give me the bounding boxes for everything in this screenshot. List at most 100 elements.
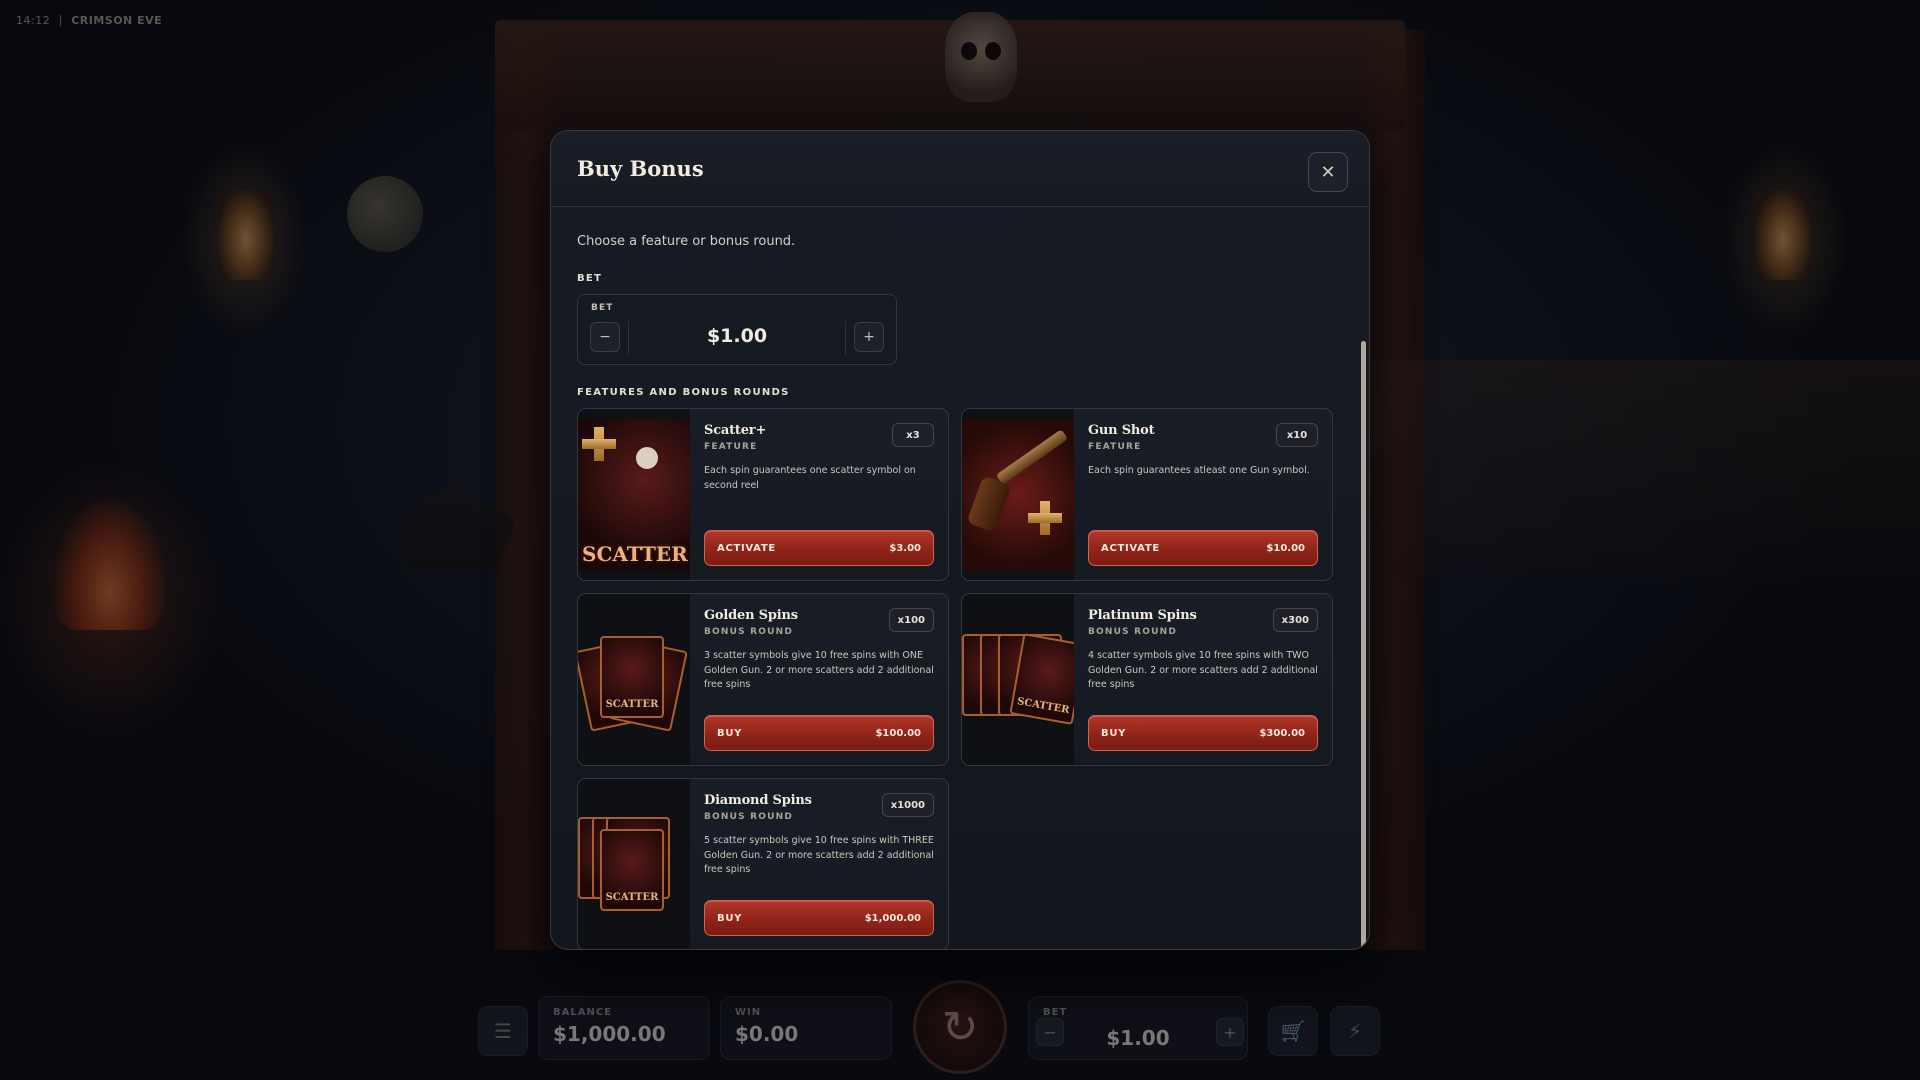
spin-button[interactable]: ↻	[913, 980, 1007, 1074]
card-description: Each spin guarantees atleast one Gun sym…	[1088, 465, 1310, 476]
scatter-art-text: SCATTER	[1016, 696, 1071, 717]
action-price: $1,000.00	[864, 912, 921, 924]
plus-symbol-icon	[1028, 501, 1062, 535]
action-price: $10.00	[1266, 542, 1305, 554]
balance-label: BALANCE	[553, 1007, 613, 1018]
buy-golden-spins-button[interactable]: BUY $100.00	[704, 715, 934, 751]
close-icon: ✕	[1320, 161, 1336, 183]
card-description: 5 scatter symbols give 10 free spins wit…	[704, 835, 934, 875]
card-type: BONUS ROUND	[704, 627, 794, 637]
multiplier-badge: x300	[1272, 608, 1318, 632]
feature-card-scatter-plus: SCATTER Scatter+ FEATURE x3 Each spin gu…	[577, 408, 949, 581]
separator	[60, 15, 62, 26]
modal-title: Buy Bonus	[577, 156, 704, 181]
action-price: $300.00	[1259, 727, 1305, 739]
status-bar: 14:12 CRIMSON EVE	[16, 14, 162, 27]
ship-silhouette	[395, 380, 515, 570]
lantern-left	[218, 190, 274, 280]
bet-section-label: BET	[577, 273, 603, 284]
divider	[845, 321, 846, 355]
golden-spins-image: SCATTER	[578, 594, 690, 765]
feature-card-grid: SCATTER Scatter+ FEATURE x3 Each spin gu…	[577, 408, 1337, 949]
gun-shot-image	[962, 409, 1074, 580]
scatter-art-text: SCATTER	[605, 699, 659, 710]
bet-decrease-button[interactable]: −	[590, 322, 620, 352]
plus-symbol-icon	[582, 427, 616, 461]
activate-scatter-plus-button[interactable]: ACTIVATE $3.00	[704, 530, 934, 566]
modal-subtitle: Choose a feature or bonus round.	[577, 234, 796, 249]
scatter-card-icon: SCATTER	[600, 829, 664, 911]
moon-image	[347, 176, 423, 252]
win-value: $0.00	[735, 1022, 799, 1046]
card-description: 4 scatter symbols give 10 free spins wit…	[1088, 650, 1318, 690]
action-label: BUY	[717, 727, 743, 739]
balance-display: BALANCE $1,000.00	[538, 996, 710, 1060]
card-type: FEATURE	[1088, 442, 1142, 452]
clock-time: 14:12	[16, 14, 51, 27]
buy-platinum-spins-button[interactable]: BUY $300.00	[1088, 715, 1318, 751]
menu-button[interactable]: ☰	[478, 1006, 528, 1056]
card-type: FEATURE	[704, 442, 758, 452]
hamburger-icon: ☰	[494, 1019, 512, 1043]
bet-field-label: BET	[591, 303, 614, 313]
skull-icon	[636, 447, 658, 469]
multiplier-badge: x1000	[881, 793, 934, 817]
action-label: ACTIVATE	[1101, 542, 1160, 554]
cart-icon: 🛒	[1280, 1019, 1306, 1043]
card-title: Scatter+	[704, 423, 767, 438]
balance-value: $1,000.00	[553, 1022, 666, 1046]
platinum-spins-image: SCATTER	[962, 594, 1074, 765]
win-display: WIN $0.00	[720, 996, 892, 1060]
lightning-icon: ⚡	[1347, 1019, 1363, 1043]
spin-icon: ↻	[941, 1001, 979, 1053]
feature-card-platinum-spins: SCATTER Platinum Spins BONUS ROUND x300 …	[961, 593, 1333, 766]
feature-card-diamond-spins: SCATTER Diamond Spins BONUS ROUND x1000 …	[577, 778, 949, 949]
card-title: Golden Spins	[704, 608, 798, 623]
card-title: Platinum Spins	[1088, 608, 1197, 623]
modal-scrollbar[interactable]	[1361, 341, 1366, 949]
scatter-art-text: SCATTER	[605, 892, 659, 903]
buy-diamond-spins-button[interactable]: BUY $1,000.00	[704, 900, 934, 936]
scatter-art-text: SCATTER	[582, 542, 688, 566]
frame-top-beam	[495, 20, 1405, 130]
action-price: $100.00	[875, 727, 921, 739]
action-price: $3.00	[889, 542, 921, 554]
diamond-spins-image: SCATTER	[578, 779, 690, 949]
turbo-button[interactable]: ⚡	[1330, 1006, 1380, 1056]
feature-card-golden-spins: SCATTER Golden Spins BONUS ROUND x100 3 …	[577, 593, 949, 766]
buy-bonus-modal: Buy Bonus ✕ Choose a feature or bonus ro…	[550, 130, 1370, 950]
feature-card-gun-shot: Gun Shot FEATURE x10 Each spin guarantee…	[961, 408, 1333, 581]
scatter-plus-image: SCATTER	[578, 409, 690, 580]
buy-bonus-button[interactable]: 🛒	[1268, 1006, 1318, 1056]
multiplier-badge: x100	[888, 608, 934, 632]
card-type: BONUS ROUND	[704, 812, 794, 822]
bet-value: $1.00	[706, 325, 768, 347]
card-title: Diamond Spins	[704, 793, 812, 808]
hud-bet-label: BET	[1043, 1007, 1068, 1018]
action-label: ACTIVATE	[717, 542, 776, 554]
lantern-right	[1755, 190, 1811, 280]
scatter-card-icon: SCATTER	[600, 636, 664, 718]
town-lights	[1360, 360, 1920, 580]
hud-bet-value: $1.00	[1106, 1026, 1170, 1050]
win-label: WIN	[735, 1007, 762, 1018]
modal-body: Choose a feature or bonus round. BET BET…	[551, 208, 1363, 949]
modal-header: Buy Bonus	[551, 131, 1369, 207]
card-title: Gun Shot	[1088, 423, 1155, 438]
action-label: BUY	[717, 912, 743, 924]
frame-post-right	[1365, 30, 1425, 950]
skull-ornament	[945, 12, 1017, 102]
bet-selector: BET − $1.00 +	[577, 294, 897, 365]
card-description: Each spin guarantees one scatter symbol …	[704, 465, 916, 491]
close-button[interactable]: ✕	[1308, 152, 1348, 192]
features-section-label: FEATURES AND BONUS ROUNDS	[577, 387, 790, 398]
fire-brazier	[55, 500, 165, 630]
activate-gun-shot-button[interactable]: ACTIVATE $10.00	[1088, 530, 1318, 566]
bet-increase-button[interactable]: +	[854, 322, 884, 352]
card-type: BONUS ROUND	[1088, 627, 1178, 637]
multiplier-badge: x10	[1276, 423, 1318, 447]
action-label: BUY	[1101, 727, 1127, 739]
card-description: 3 scatter symbols give 10 free spins wit…	[704, 650, 934, 690]
hud-bet-increase-button[interactable]: +	[1216, 1018, 1244, 1046]
hud-bet-decrease-button[interactable]: −	[1036, 1018, 1064, 1046]
